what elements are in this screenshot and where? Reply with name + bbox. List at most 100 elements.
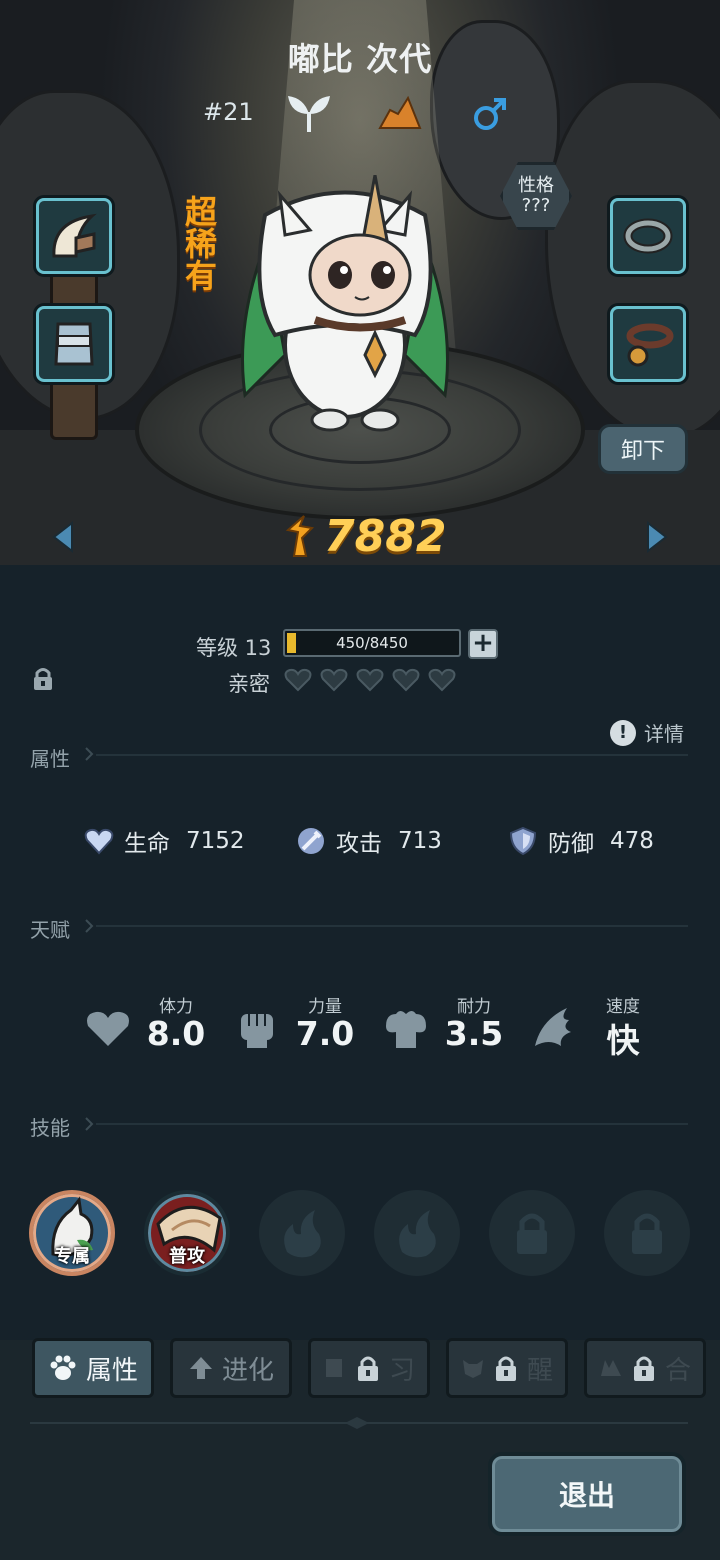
talent-endurance: 耐力 3.5 — [382, 990, 512, 1060]
equip-slot-left-2[interactable] — [36, 306, 112, 382]
level-label: 等级 13 — [196, 636, 272, 660]
chevron-right-icon — [85, 1117, 94, 1131]
lock-icon[interactable] — [32, 666, 54, 692]
pet-number: #21 — [203, 98, 254, 126]
heart-icon — [428, 668, 456, 692]
fist-icon — [241, 1014, 273, 1048]
heart-icon — [284, 668, 312, 692]
tab-evolve-label: 进化 — [221, 1355, 274, 1386]
equip-slot-left-1[interactable] — [36, 198, 112, 274]
pet-character[interactable] — [225, 175, 465, 445]
hp-heart-icon — [84, 828, 114, 855]
muscle-icon — [386, 1011, 426, 1048]
section-title-attributes: 属性 — [30, 747, 70, 771]
tab-evolve[interactable]: 进化 — [170, 1338, 292, 1398]
skill-tag-basic-attack: 普攻 — [169, 1246, 205, 1267]
talent-strength-value: 7.0 — [295, 1014, 355, 1053]
tab-awaken-label: 醒 — [526, 1355, 553, 1386]
talent-speed: 速度 快 — [531, 990, 661, 1060]
heart-icon — [320, 668, 348, 692]
shield-icon — [509, 826, 537, 856]
skill-tag-exclusive: 专属 — [54, 1246, 90, 1267]
next-pet-arrow-icon[interactable] — [644, 520, 670, 554]
trait-value: ??? — [521, 195, 551, 216]
stat-hp-value: 7152 — [186, 828, 245, 854]
section-divider — [96, 925, 688, 927]
male-symbol-icon — [472, 96, 508, 132]
tab-fuse-locked[interactable]: 合 — [584, 1338, 706, 1398]
skill-slot-empty[interactable] — [374, 1190, 460, 1276]
talent-speed-value: 快 — [606, 1021, 640, 1060]
stat-hp-label: 生命 — [124, 831, 170, 857]
combat-power: 7882 — [280, 506, 446, 566]
heart-icon — [392, 668, 420, 692]
lock-icon — [633, 1356, 654, 1381]
details-button[interactable]: ! 详情 — [610, 718, 684, 747]
claw-item-icon — [52, 213, 97, 258]
ring-item-icon — [623, 218, 673, 254]
lock-icon — [517, 1213, 547, 1254]
talent-stamina-value: 8.0 — [146, 1014, 206, 1053]
skill-slot-basic-attack[interactable]: 普攻 — [144, 1190, 230, 1276]
tab-attributes[interactable]: 属性 — [32, 1338, 154, 1398]
tab-attributes-label: 属性 — [85, 1355, 138, 1386]
stat-defense: 防御 478 — [508, 824, 654, 858]
lock-icon — [495, 1356, 516, 1381]
pet-showcase-scene — [0, 0, 720, 565]
skill-slot-empty[interactable] — [259, 1190, 345, 1276]
rarity-label: 超稀有 — [184, 193, 217, 295]
level-up-plus-button[interactable]: + — [468, 629, 498, 659]
talent-stamina: 体力 8.0 — [84, 990, 214, 1060]
paw-icon — [50, 1355, 76, 1380]
pet-name: 嘟比 次代 — [287, 40, 433, 78]
tab-learn-label: 习 — [388, 1355, 415, 1386]
chevron-right-icon — [85, 747, 94, 761]
prev-pet-arrow-icon[interactable] — [50, 520, 76, 554]
wing-icon — [535, 1008, 571, 1046]
chevron-right-icon — [85, 919, 94, 933]
section-title-skills: 技能 — [30, 1116, 70, 1140]
stat-defense-label: 防御 — [548, 831, 594, 857]
details-label: 详情 — [644, 722, 684, 746]
lock-icon — [632, 1213, 662, 1254]
skill-slot-locked[interactable] — [489, 1190, 575, 1276]
combat-power-value: 7882 — [324, 510, 447, 562]
book-icon — [325, 1359, 342, 1377]
exit-button[interactable]: 退出 — [488, 1452, 686, 1536]
affection-label: 亲密 — [228, 672, 270, 696]
power-icon — [285, 515, 315, 557]
lock-icon — [357, 1356, 378, 1381]
skill-slot-locked[interactable] — [604, 1190, 690, 1276]
equip-slot-right-1[interactable] — [610, 198, 686, 274]
sprout-icon[interactable] — [286, 92, 332, 134]
up-arrow-icon — [189, 1357, 212, 1379]
sword-icon — [298, 828, 324, 854]
collar-bell-item-icon — [626, 323, 674, 367]
stat-defense-value: 478 — [610, 828, 654, 854]
flame-icon — [399, 1210, 436, 1258]
stat-attack-label: 攻击 — [336, 831, 382, 857]
tab-fuse-label: 合 — [664, 1355, 691, 1386]
info-icon: ! — [610, 719, 636, 746]
stat-hp: 生命 7152 — [84, 824, 245, 858]
affection-hearts — [284, 668, 456, 692]
mask-icon — [462, 1360, 483, 1378]
stat-attack-value: 713 — [398, 828, 442, 854]
rock-icon[interactable] — [378, 96, 422, 130]
divider-ornament — [345, 1417, 369, 1429]
trait-label: 性格 — [518, 175, 554, 196]
fusion-icon — [600, 1360, 621, 1376]
section-divider — [96, 754, 688, 756]
equip-slot-right-2[interactable] — [610, 306, 686, 382]
talent-endurance-value: 3.5 — [444, 1014, 504, 1053]
section-title-talents: 天赋 — [30, 918, 70, 942]
unequip-button[interactable]: 卸下 — [598, 424, 688, 474]
skill-slot-exclusive[interactable]: 专属 — [29, 1190, 115, 1276]
tab-learn-locked[interactable]: 习 — [308, 1338, 430, 1398]
xp-progress-text: 450/8450 — [336, 634, 408, 652]
stat-attack: 攻击 713 — [296, 824, 442, 858]
section-divider — [96, 1123, 688, 1125]
tab-awaken-locked[interactable]: 醒 — [446, 1338, 568, 1398]
flame-icon — [284, 1210, 321, 1258]
heart-icon — [87, 1011, 129, 1046]
